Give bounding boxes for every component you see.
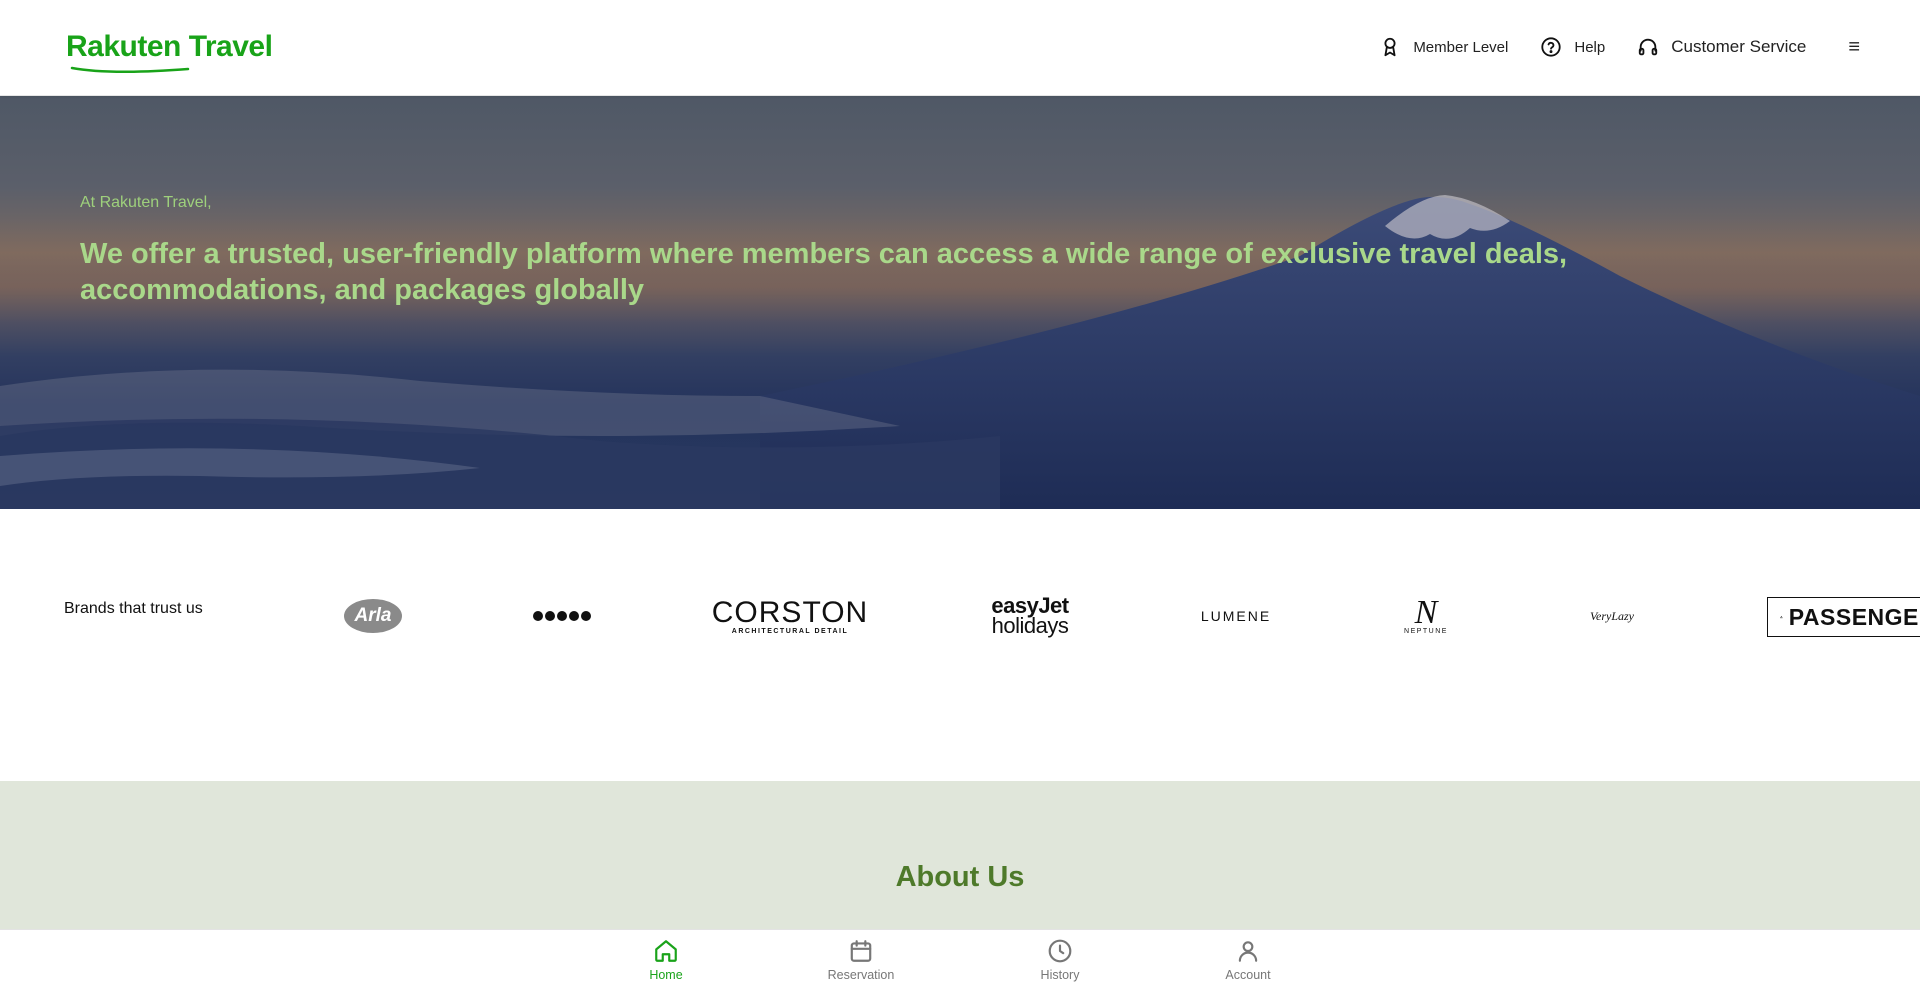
about-title: About Us [895,861,1025,893]
rakuten-travel-logo[interactable]: Rakuten Travel [66,30,273,74]
brand-logo-easyjet-holidays: easyJet holidays [985,594,1075,638]
bottom-nav-history[interactable]: History [1000,938,1120,982]
brand-logo-lumene: LUMENE [1198,594,1274,638]
logo-swoosh [70,66,190,74]
award-icon [1384,37,1396,57]
help-circle-icon [1541,37,1561,57]
verylazy-wordmark: VeryLazy [1590,608,1634,623]
passenger-wordmark: PASSENGER [1788,603,1920,630]
hamburger-menu-icon[interactable]: ≡ [1848,37,1860,57]
nav-member-level[interactable]: Member Level [1379,36,1508,58]
bottom-navigation: Home Reservation History Account [0,929,1920,993]
pucca-dot [545,611,555,621]
easyjet-holidays-wordmark: holidays [991,613,1069,638]
brand-logo-neptune: N NEPTUNE [1396,594,1456,638]
brand-logo-passenger: PASSENGER [1767,597,1920,637]
bottom-nav-reservation[interactable]: Reservation [801,938,921,982]
lumene-wordmark: LUMENE [1200,608,1272,624]
bottom-nav-account-label: Account [1225,968,1271,982]
user-icon [1238,941,1258,962]
brand-logo-verylazy: VeryLazy [1582,594,1642,638]
neptune-mark: N [1414,593,1438,631]
pucca-dot [569,611,579,621]
top-header: Rakuten Travel Member Level Help Custome… [0,0,1920,96]
home-icon [655,940,677,962]
logo-text: Rakuten Travel [66,30,273,63]
brand-logo-corston: CORSTON ARCHITECTURAL DETAIL [712,594,867,638]
nav-customer-service-label: Customer Service [1671,37,1807,56]
bottom-nav-home[interactable]: Home [606,938,726,982]
pucca-dot [557,611,567,621]
bottom-nav-account[interactable]: Account [1188,938,1308,982]
nav-help-label: Help [1574,38,1606,56]
nav-customer-service[interactable]: Customer Service [1637,36,1806,58]
corston-wordmark: CORSTON [711,595,869,629]
hero-title: We offer a trusted, user-friendly platfo… [80,238,1568,306]
pucca-dot [533,611,543,621]
bottom-nav-history-label: History [1040,968,1080,982]
nav-member-level-label: Member Level [1413,38,1509,56]
brand-logo-arla: Arla [343,594,403,638]
pucca-dot [581,611,591,621]
hero-banner: At Rakuten Travel, We offer a trusted, u… [0,96,1920,509]
header-nav: Member Level Help Customer Service ≡ [1347,36,1860,58]
corston-tagline: ARCHITECTURAL DETAIL [731,627,849,635]
bottom-nav-reservation-label: Reservation [827,968,895,982]
neptune-wordmark: NEPTUNE [1404,627,1448,635]
triangle-icon [1780,615,1783,619]
hero-subtitle: At Rakuten Travel, [80,194,212,211]
clock-icon [1048,939,1072,963]
nav-help[interactable]: Help [1540,36,1605,58]
calendar-icon [850,940,872,962]
headphones-icon [1639,38,1658,56]
bottom-nav-home-label: Home [649,968,683,982]
brand-logo-pucca [532,594,592,638]
arla-wordmark: Arla [344,599,402,633]
brands-label: Brands that trust us [64,600,203,617]
